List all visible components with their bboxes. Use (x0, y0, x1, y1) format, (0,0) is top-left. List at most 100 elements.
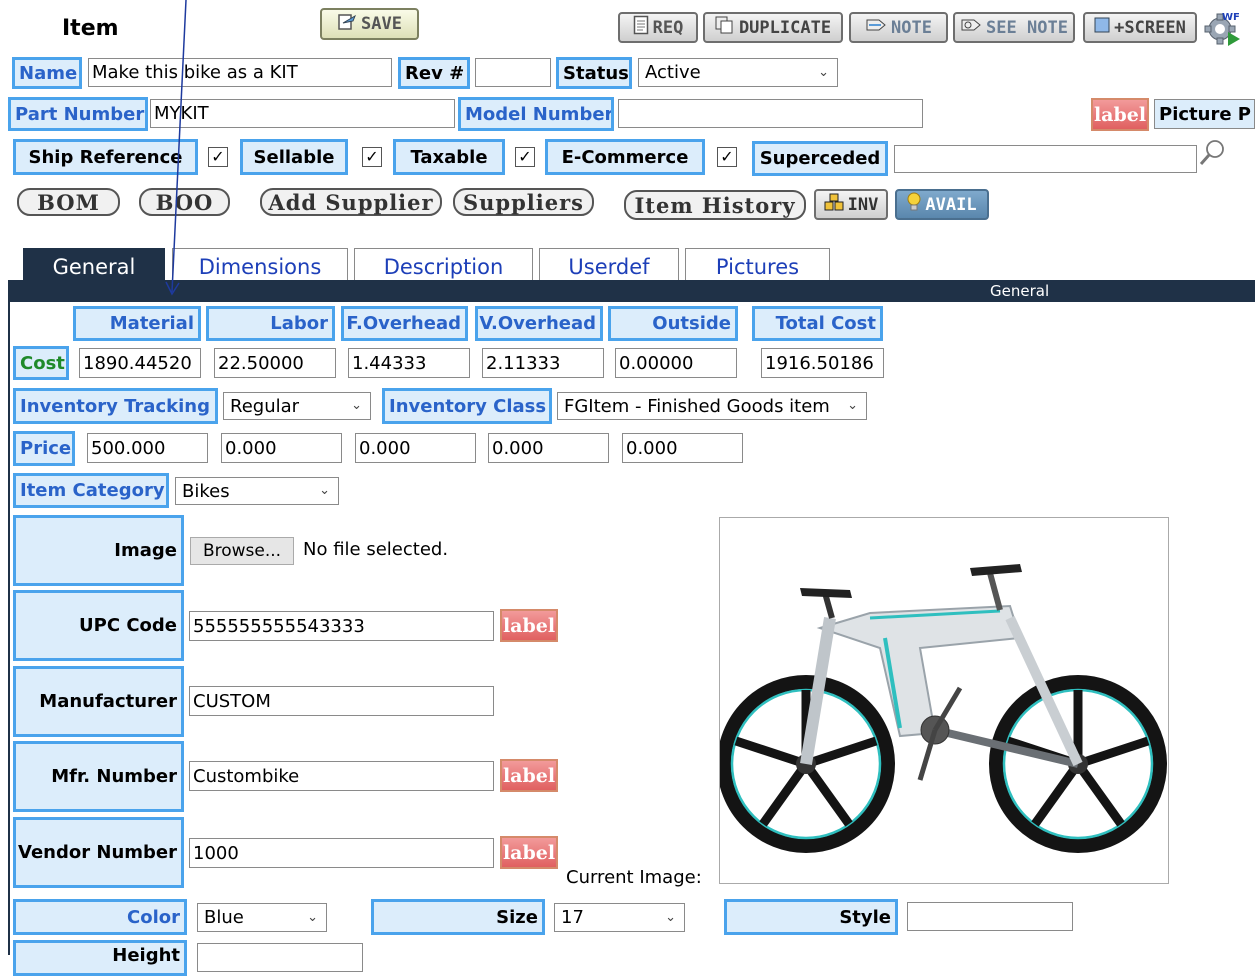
section-title: General (990, 282, 1050, 300)
item-history-button[interactable]: Item History (624, 190, 806, 220)
status-select[interactable]: Active ⌄ (638, 58, 838, 87)
save-button[interactable]: SAVE (320, 8, 419, 40)
add-supplier-button[interactable]: Add Supplier (260, 188, 442, 216)
tab-pictures[interactable]: Pictures (685, 248, 830, 284)
tab-general[interactable]: General (23, 248, 165, 284)
suppliers-button[interactable]: Suppliers (453, 188, 594, 216)
manufacturer-label: Manufacturer (13, 666, 184, 737)
duplicate-button[interactable]: DUPLICATE (703, 12, 843, 43)
note-button[interactable]: NOTE (849, 12, 948, 43)
inv-button[interactable]: INV (814, 189, 888, 220)
screen-icon (1094, 16, 1110, 39)
cost-f-overhead-field[interactable]: 1.44333 (348, 348, 470, 378)
model-number-label: Model Number (458, 97, 614, 131)
bom-button[interactable]: BOM (17, 188, 120, 216)
tab-userdef[interactable]: Userdef (539, 248, 679, 284)
color-select[interactable]: Blue ⌄ (197, 903, 327, 932)
price-field-2[interactable]: 0.000 (221, 433, 342, 463)
manufacturer-field[interactable]: CUSTOM (189, 686, 494, 716)
cost-total-field: 1916.50186 (761, 348, 884, 378)
price-label: Price (13, 431, 75, 466)
mfr-number-field[interactable]: Custombike (189, 761, 494, 791)
workflow-gear-icon[interactable]: WF (1202, 8, 1242, 48)
cost-outside-field[interactable]: 0.00000 (615, 348, 737, 378)
see-note-button-label: SEE NOTE (986, 17, 1068, 38)
cost-material-field[interactable]: 1890.44520 (79, 348, 201, 378)
tab-dimensions[interactable]: Dimensions (172, 248, 348, 284)
vendor-number-field[interactable]: 1000 (189, 838, 494, 868)
superceded-field[interactable] (894, 145, 1197, 173)
annotation-arrow (150, 0, 190, 300)
name-label: Name (12, 57, 82, 89)
status-label: Status (556, 57, 632, 89)
avail-button[interactable]: AVAIL (895, 189, 989, 220)
search-icon[interactable] (1198, 138, 1228, 168)
browse-button[interactable]: Browse... (190, 537, 294, 565)
cost-header-total: Total Cost (752, 306, 883, 341)
item-category-label: Item Category (13, 473, 169, 508)
inventory-class-label: Inventory Class (382, 388, 552, 424)
style-field[interactable] (907, 902, 1073, 931)
page-title: Item (62, 16, 119, 41)
model-number-field[interactable] (618, 99, 923, 128)
price-field-1[interactable]: 500.000 (87, 433, 208, 463)
price-field-5[interactable]: 0.000 (622, 433, 743, 463)
size-select[interactable]: 17 ⌄ (554, 903, 685, 932)
current-image-label: Current Image: (566, 867, 702, 888)
price-field-4[interactable]: 0.000 (488, 433, 609, 463)
cost-labor-field[interactable]: 22.50000 (214, 348, 336, 378)
see-note-icon (960, 16, 982, 39)
rev-field[interactable] (475, 58, 551, 87)
panel-left-border (8, 302, 10, 955)
ecommerce-checkbox[interactable]: ✓ (717, 147, 737, 167)
req-button-label: REQ (652, 17, 684, 38)
wf-text: WF (1222, 12, 1240, 23)
upc-code-label: UPC Code (13, 590, 184, 661)
chevron-down-icon: ⌄ (665, 909, 676, 925)
rev-label: Rev # (398, 57, 470, 89)
save-button-label: SAVE (361, 14, 402, 34)
upc-label-badge[interactable]: label (500, 609, 558, 642)
part-number-label: Part Number (8, 97, 148, 131)
sellable-checkbox[interactable]: ✓ (362, 147, 382, 167)
cost-header-outside: Outside (608, 306, 738, 341)
inv-button-label: INV (847, 194, 879, 215)
vendor-number-label: Vendor Number (13, 817, 184, 888)
mfr-label-badge[interactable]: label (500, 759, 558, 792)
chevron-down-icon: ⌄ (818, 64, 829, 80)
price-field-3[interactable]: 0.000 (355, 433, 476, 463)
see-note-button[interactable]: SEE NOTE (953, 12, 1075, 43)
tab-description[interactable]: Description (354, 248, 533, 284)
superceded-label: Superceded (752, 141, 888, 176)
size-value: 17 (561, 907, 584, 928)
picture-label-badge[interactable]: label (1091, 98, 1149, 131)
req-button[interactable]: REQ (618, 12, 698, 43)
no-file-text: No file selected. (303, 539, 449, 560)
item-category-select[interactable]: Bikes ⌄ (175, 477, 339, 505)
cost-v-overhead-field[interactable]: 2.11333 (482, 348, 604, 378)
avail-button-label: AVAIL (925, 194, 977, 215)
status-value: Active (645, 62, 701, 83)
sellable-label: Sellable (240, 139, 348, 175)
size-label: Size (371, 899, 545, 935)
height-field[interactable] (197, 943, 363, 972)
name-field[interactable]: Make this bike as a KIT (88, 58, 392, 87)
taxable-checkbox[interactable]: ✓ (515, 147, 535, 167)
image-label: Image (13, 515, 184, 586)
inventory-icon (824, 193, 844, 216)
mfr-number-label: Mfr. Number (13, 741, 184, 812)
ship-reference-checkbox[interactable]: ✓ (208, 147, 228, 167)
part-number-field[interactable]: MYKIT (150, 99, 455, 128)
add-screen-button[interactable]: +SCREEN (1083, 12, 1197, 43)
duplicate-icon (715, 16, 735, 39)
inventory-tracking-label: Inventory Tracking (13, 388, 218, 424)
color-label: Color (13, 899, 187, 935)
inventory-class-select[interactable]: FGItem - Finished Goods item ⌄ (557, 392, 867, 420)
upc-code-field[interactable]: 555555555543333 (189, 611, 494, 641)
picture-label: Picture P (1154, 99, 1255, 129)
cost-header-v-overhead: V.Overhead (475, 306, 603, 341)
inventory-tracking-select[interactable]: Regular ⌄ (223, 392, 371, 420)
inventory-tracking-value: Regular (230, 395, 300, 417)
vendor-label-badge[interactable]: label (500, 836, 558, 869)
note-button-label: NOTE (891, 17, 932, 38)
